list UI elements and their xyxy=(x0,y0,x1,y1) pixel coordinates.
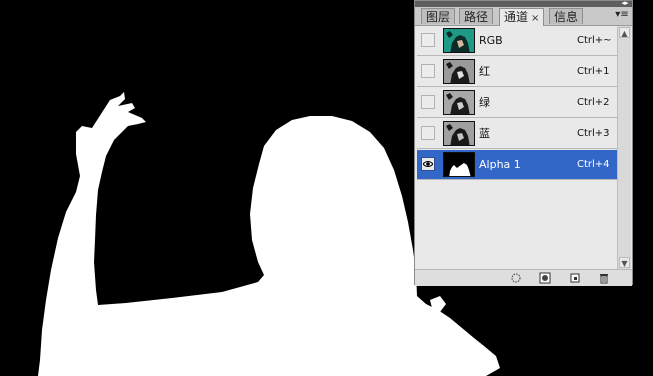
visibility-toggle[interactable] xyxy=(421,126,435,140)
visibility-toggle[interactable] xyxy=(421,157,435,171)
channels-panel: ◂▸ 图层 路径 通道 × 信息 ▾≡ RGB Ctrl+~ 红 Ctrl+1 … xyxy=(414,0,633,286)
channel-name: 红 xyxy=(479,65,490,78)
eye-icon xyxy=(423,161,433,167)
tab-label: 图层 xyxy=(426,10,451,24)
load-selection-icon[interactable] xyxy=(510,272,522,284)
delete-channel-icon[interactable] xyxy=(598,272,610,284)
channel-row-blue[interactable]: 蓝 Ctrl+3 xyxy=(417,119,617,149)
tab-layers[interactable]: 图层 xyxy=(421,8,456,24)
close-tab-icon[interactable]: × xyxy=(531,13,539,24)
channel-shortcut: Ctrl+4 xyxy=(577,159,610,170)
tab-label: 通道 xyxy=(504,10,529,24)
channel-shortcut: Ctrl+2 xyxy=(577,97,610,108)
tab-channels[interactable]: 通道 × xyxy=(499,8,545,26)
channel-thumbnail xyxy=(443,59,475,84)
channel-thumbnail xyxy=(443,152,475,177)
tab-label: 路径 xyxy=(464,10,489,24)
channel-thumbnail xyxy=(443,121,475,146)
channel-list: RGB Ctrl+~ 红 Ctrl+1 绿 Ctrl+2 蓝 Ctrl+3 Al… xyxy=(417,26,617,181)
panel-menu-icon[interactable]: ▾≡ xyxy=(615,9,629,21)
channel-row-green[interactable]: 绿 Ctrl+2 xyxy=(417,88,617,118)
channel-thumbnail xyxy=(443,28,475,53)
save-selection-icon[interactable] xyxy=(539,272,551,284)
tab-label: 信息 xyxy=(554,10,579,24)
collapse-icon[interactable]: ◂▸ xyxy=(620,0,630,7)
channel-shortcut: Ctrl+3 xyxy=(577,128,610,139)
channel-name: 蓝 xyxy=(479,127,490,140)
new-channel-icon[interactable] xyxy=(569,272,581,284)
channel-shortcut: Ctrl+1 xyxy=(577,66,610,77)
channel-shortcut: Ctrl+~ xyxy=(577,35,612,46)
tab-paths[interactable]: 路径 xyxy=(459,8,494,24)
tab-info[interactable]: 信息 xyxy=(549,8,584,24)
channel-name: RGB xyxy=(479,34,503,47)
visibility-toggle[interactable] xyxy=(421,95,435,109)
scroll-up-icon[interactable]: ▲ xyxy=(619,27,630,38)
panel-tabs: 图层 路径 通道 × 信息 ▾≡ xyxy=(415,7,632,26)
channel-name: Alpha 1 xyxy=(479,158,521,171)
scroll-down-icon[interactable]: ▼ xyxy=(619,257,630,268)
visibility-toggle[interactable] xyxy=(421,64,435,78)
channel-row-alpha-1[interactable]: Alpha 1 Ctrl+4 xyxy=(417,150,617,180)
canvas-right-edge xyxy=(633,0,653,285)
panel-scrollbar[interactable]: ▲ ▼ xyxy=(617,26,631,269)
channel-list-empty-area xyxy=(417,181,617,271)
channel-thumbnail xyxy=(443,90,475,115)
channel-row-red[interactable]: 红 Ctrl+1 xyxy=(417,57,617,87)
channel-row-rgb[interactable]: RGB Ctrl+~ xyxy=(417,26,617,56)
visibility-toggle[interactable] xyxy=(421,33,435,47)
panel-bottom-toolbar xyxy=(415,269,632,286)
channel-name: 绿 xyxy=(479,96,490,109)
